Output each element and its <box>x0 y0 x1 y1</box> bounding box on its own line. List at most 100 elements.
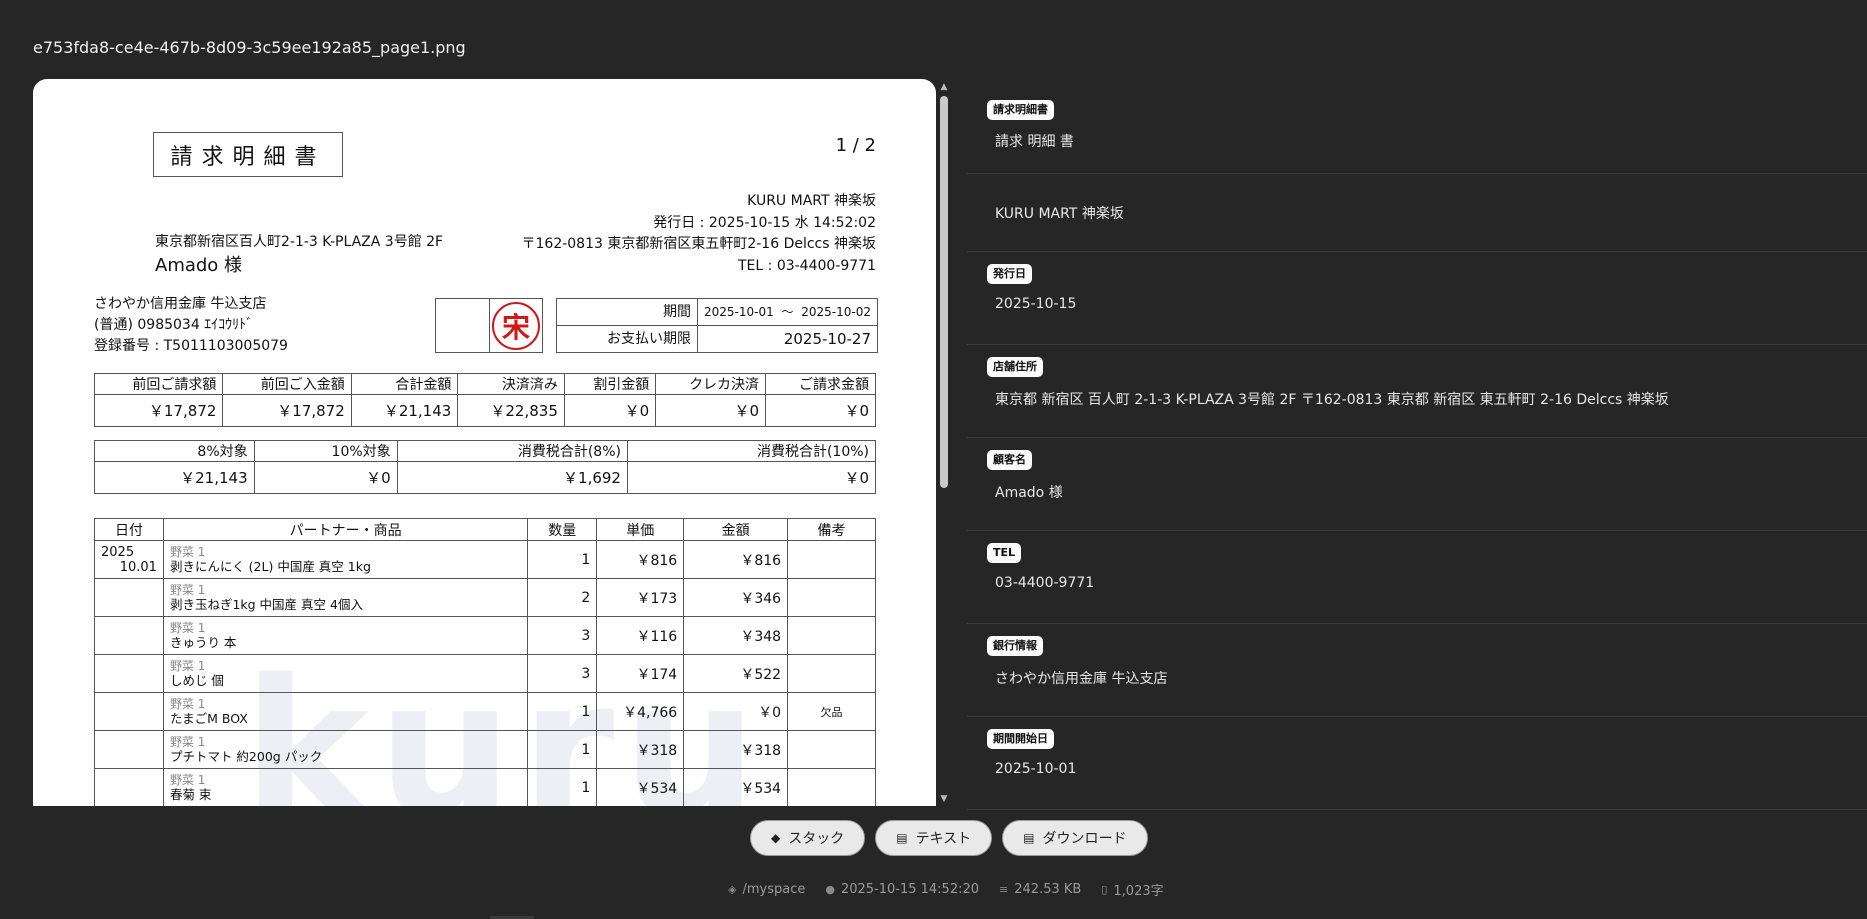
field-customer-name: 顧客名 Amado 様 <box>967 450 1867 531</box>
item-name: きゅうり 本 <box>169 634 237 650</box>
item-date <box>94 730 164 769</box>
text-button[interactable]: ▤ テキスト <box>875 820 993 856</box>
item-date <box>94 768 164 806</box>
scroll-thumb[interactable] <box>940 96 948 488</box>
field-store-address: 店舗住所 東京都 新宿区 百人町 2-1-3 K-PLAZA 3号館 2F 〒1… <box>967 357 1867 438</box>
stamp-cell: 宋 <box>490 299 542 352</box>
item-category: 野菜 1 <box>169 658 206 673</box>
document-icon: ▯ <box>1101 883 1108 896</box>
field-label: TEL <box>987 543 1022 563</box>
item-date <box>94 616 164 655</box>
status-path-text: /myspace <box>742 882 806 897</box>
field-bank-info: 銀行情報 さわやか信用金庫 牛込支店 <box>967 636 1867 717</box>
summary-header: 前回ご請求額 <box>93 373 224 395</box>
tax-header: 消費税合計(8%) <box>396 440 628 462</box>
summary-value: ￥22,835 <box>457 394 565 427</box>
file-title: e753fda8-ce4e-467b-8d09-3c59ee192a85_pag… <box>33 38 466 57</box>
item-date <box>94 654 164 693</box>
scroll-up-arrow-icon[interactable]: ▲ <box>939 82 949 92</box>
customer-name: Amado 様 <box>155 255 243 276</box>
tax-value: ￥1,692 <box>396 461 628 494</box>
field-value: 03-4400-9771 <box>995 575 1095 591</box>
field-value: 東京都 新宿区 百人町 2-1-3 K-PLAZA 3号館 2F 〒162-08… <box>995 392 1669 408</box>
item-date: 2025 10.01 <box>94 540 164 579</box>
items-table: 日付 パートナー・商品 数量 単価 金額 備考 2025 10.01 野菜 1 剥き… <box>94 518 876 806</box>
summary-header: 割引金額 <box>563 373 657 395</box>
items-header-note: 備考 <box>787 518 876 541</box>
layers-icon: ◆ <box>771 831 781 845</box>
items-header-qty: 数量 <box>527 518 598 541</box>
bank-account: (普通) 0985034 ｴｲｺｳﾘﾄﾞ <box>94 317 254 333</box>
item-amount: ￥522 <box>683 654 789 693</box>
item-product: 野菜 1 たまごM BOX <box>162 692 529 731</box>
item-unit-price: ￥174 <box>596 654 685 693</box>
field-label: 銀行情報 <box>987 636 1043 656</box>
scroll-down-arrow-icon[interactable]: ▼ <box>939 794 949 804</box>
field-label: 請求明細書 <box>987 100 1054 120</box>
item-note <box>787 540 876 579</box>
item-qty: 2 <box>527 578 598 617</box>
document-viewer[interactable]: kuru 請求明細書 1 / 2 KURU MART 神楽坂 発行日 : 202… <box>33 79 936 806</box>
item-note <box>787 578 876 617</box>
download-button-label: ダウンロード <box>1042 831 1127 847</box>
item-category: 野菜 1 <box>169 582 206 597</box>
item-category: 野菜 1 <box>169 544 206 559</box>
store-info: KURU MART 神楽坂 発行日 : 2025-10-15 水 14:52:0… <box>522 191 877 277</box>
field-value: 請求 明細 書 <box>995 134 1074 150</box>
table-row: 野菜 1 たまごM BOX 1 ￥4,766 ￥0 欠品 <box>94 692 876 731</box>
billing-summary-table: 前回ご請求額 前回ご入金額 合計金額 決済済み 割引金額 クレカ決済 ご請求金額… <box>93 373 876 427</box>
field-value: 2025-10-15 <box>995 296 1077 312</box>
item-product: 野菜 1 しめじ 個 <box>162 654 529 693</box>
table-row: 2025 10.01 野菜 1 剥きにんにく (2L) 中国産 真空 1kg 1 ￥… <box>94 540 876 579</box>
item-amount: ￥0 <box>683 692 789 731</box>
item-qty: 1 <box>527 540 598 579</box>
field-label: 顧客名 <box>987 450 1032 470</box>
item-note: 欠品 <box>787 692 876 731</box>
summary-value: ￥17,872 <box>222 394 352 427</box>
item-note <box>787 616 876 655</box>
stack-button[interactable]: ◆ スタック <box>750 820 866 856</box>
field-store-name: KURU MART 神楽坂 <box>967 173 1867 252</box>
period-tilde: ～ <box>781 305 794 319</box>
summary-value: ￥0 <box>563 394 657 427</box>
action-bar: ◆ スタック ▤ テキスト ▤ ダウンロード <box>750 820 1148 856</box>
period-range: 2025-10-01 ～ 2025-10-02 <box>698 299 877 325</box>
item-qty: 3 <box>527 654 598 693</box>
summary-value: ￥0 <box>765 394 876 427</box>
status-chars-text: 1,023字 <box>1113 884 1164 899</box>
items-header-amount: 金額 <box>683 518 789 541</box>
summary-header: 前回ご入金額 <box>222 373 352 395</box>
items-header-date: 日付 <box>94 518 164 541</box>
database-icon: ≡ <box>999 883 1009 896</box>
field-tel: TEL 03-4400-9771 <box>967 543 1867 624</box>
item-unit-price: ￥173 <box>596 578 685 617</box>
status-path: ◈ /myspace <box>728 880 805 899</box>
summary-header: ご請求金額 <box>765 373 876 395</box>
due-label: お支払い期限 <box>557 326 698 353</box>
item-category: 野菜 1 <box>169 772 206 787</box>
file-text-icon: ▤ <box>896 831 908 845</box>
item-note <box>787 768 876 806</box>
stamp-box: 宋 <box>435 298 543 353</box>
period-end: 2025-10-02 <box>801 305 871 319</box>
item-qty: 1 <box>527 730 598 769</box>
file-download-icon: ▤ <box>1023 831 1035 845</box>
period-box: 期間 2025-10-01 ～ 2025-10-02 お支払い期限 2025-1… <box>556 298 878 353</box>
item-product: 野菜 1 剥きにんにく (2L) 中国産 真空 1kg <box>162 540 529 579</box>
period-label: 期間 <box>557 299 698 325</box>
item-date <box>94 578 164 617</box>
summary-value: ￥21,143 <box>350 394 459 427</box>
field-value: 2025-10-01 <box>995 761 1077 777</box>
table-row: 野菜 1 春菊 束 1 ￥534 ￥534 <box>94 768 876 806</box>
item-date <box>94 692 164 731</box>
summary-header: 合計金額 <box>350 373 459 395</box>
status-size-text: 242.53 KB <box>1014 882 1082 897</box>
seal-stamp: 宋 <box>492 301 540 350</box>
item-category: 野菜 1 <box>169 620 206 635</box>
tax-summary-table: 8%対象 10%対象 消費税合計(8%) 消費税合計(10%) ￥21,143 … <box>94 440 877 494</box>
field-label: 発行日 <box>987 264 1032 284</box>
item-name: たまごM BOX <box>169 710 248 726</box>
status-timestamp-text: 2025-10-15 14:52:20 <box>840 882 980 897</box>
download-button[interactable]: ▤ ダウンロード <box>1002 820 1148 856</box>
document-scrollbar[interactable]: ▲ ▼ <box>937 82 951 804</box>
